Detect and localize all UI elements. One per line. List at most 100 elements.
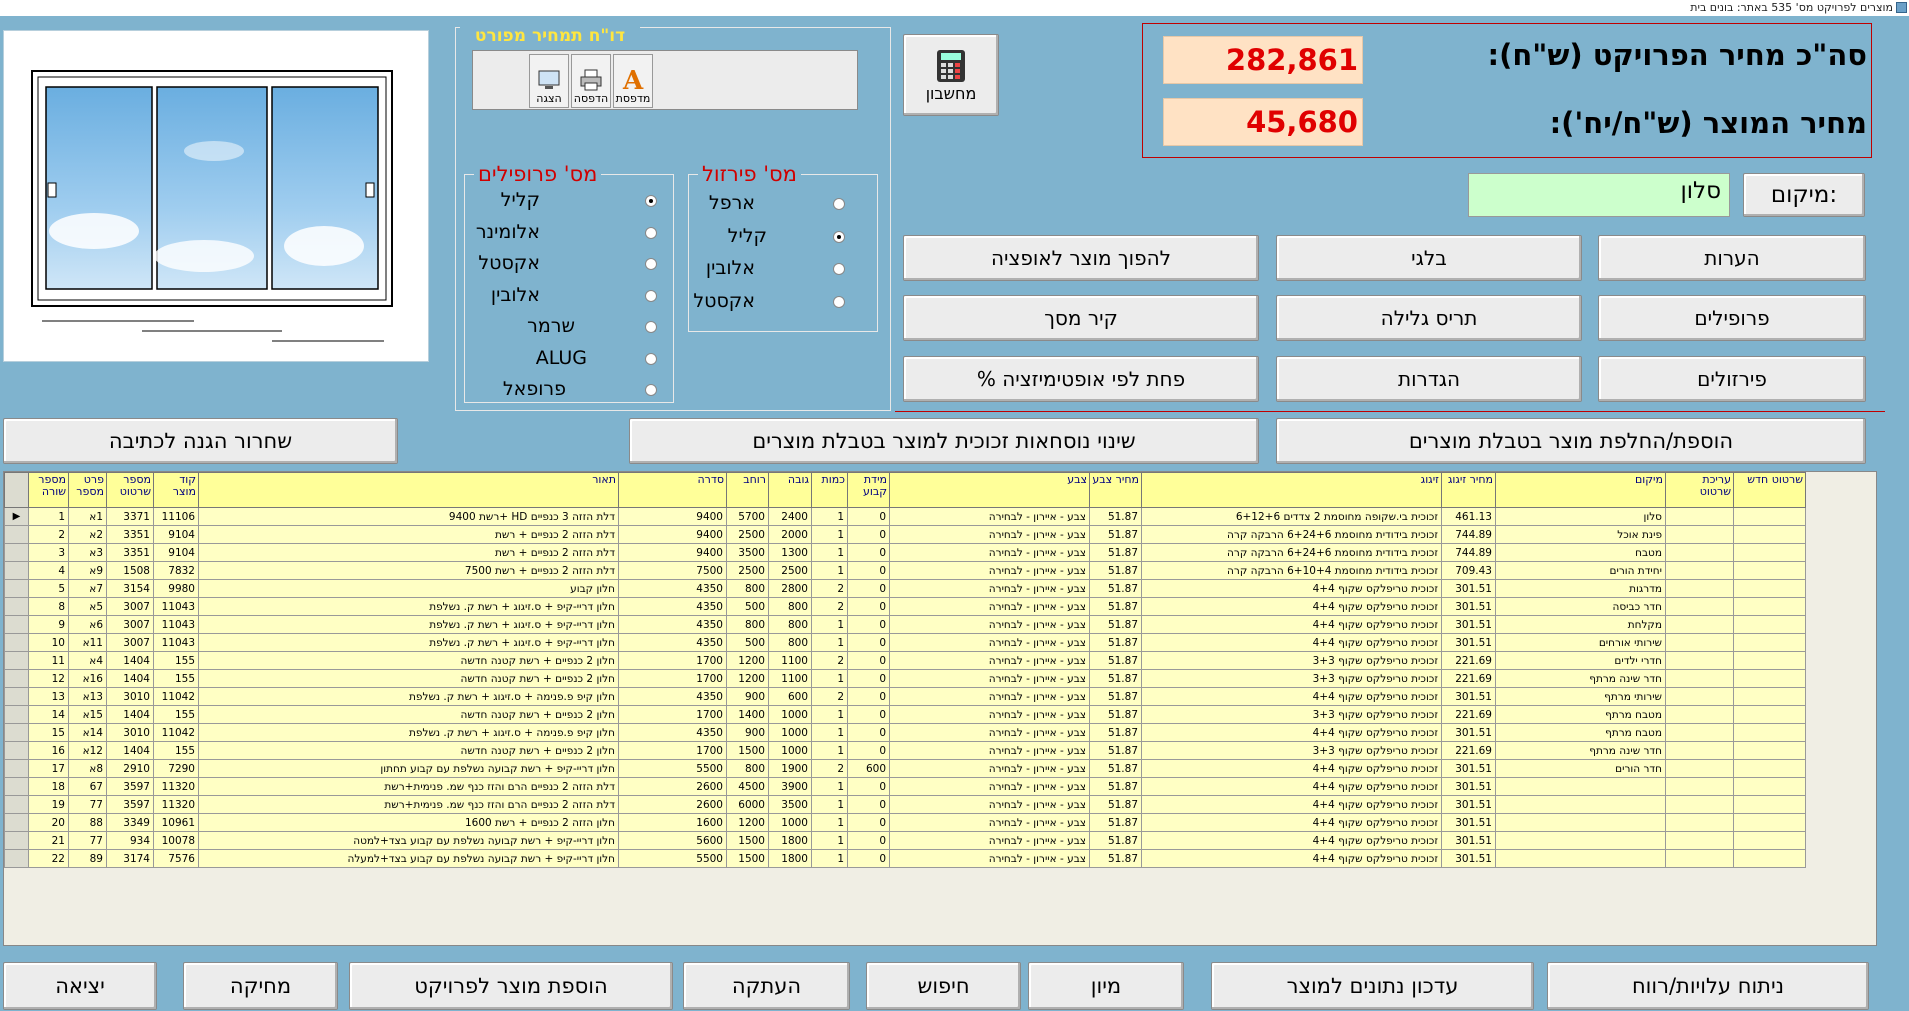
- profiles-radio-1[interactable]: [645, 226, 657, 239]
- table-cell[interactable]: 51.87: [1089, 687, 1142, 706]
- table-cell[interactable]: [1733, 813, 1806, 832]
- table-cell[interactable]: 2: [28, 525, 69, 544]
- table-cell[interactable]: 11043: [153, 597, 199, 616]
- column-header[interactable]: מספר שורה: [28, 472, 69, 508]
- table-cell[interactable]: 51.87: [1089, 813, 1142, 832]
- table-cell[interactable]: 3007: [106, 597, 154, 616]
- table-cell[interactable]: חדר כביסה: [1495, 597, 1666, 616]
- row-selector[interactable]: [4, 795, 29, 814]
- table-cell[interactable]: 0: [847, 615, 890, 634]
- table-cell[interactable]: 6000: [726, 795, 769, 814]
- table-cell[interactable]: זכוכית בידודית מחוסמת 6+24+6 הרבקה קרה: [1141, 525, 1442, 544]
- table-cell[interactable]: [1733, 723, 1806, 742]
- table-cell[interactable]: 9א: [68, 561, 107, 580]
- profiles-radio-4[interactable]: [645, 321, 657, 333]
- table-cell[interactable]: 51.87: [1089, 525, 1142, 544]
- table-cell[interactable]: [1733, 597, 1806, 616]
- table-row[interactable]: מטבח מרתף 221.69 זכוכית טריפלקס שקוף 3+3 51…: [4, 705, 1806, 724]
- settings-button[interactable]: הגדרות: [1276, 356, 1582, 402]
- table-row[interactable]: 301.51 זכוכית טריפלקס שקוף 4+4 51.87 צבע - …: [4, 813, 1806, 832]
- table-cell[interactable]: 800: [768, 597, 812, 616]
- row-selector[interactable]: [4, 813, 29, 832]
- current-row-indicator-icon[interactable]: ▶: [4, 507, 29, 526]
- table-cell[interactable]: צבע - איירון - לבחירה: [889, 759, 1090, 778]
- table-row[interactable]: 301.51 זכוכית טריפלקס שקוף 4+4 51.87 צבע - …: [4, 795, 1806, 814]
- table-cell[interactable]: צבע - איירון - לבחירה: [889, 687, 1090, 706]
- row-selector[interactable]: [4, 741, 29, 760]
- table-cell[interactable]: 3א: [68, 543, 107, 562]
- printer-settings-button[interactable]: A מדפסת: [613, 54, 653, 108]
- table-cell[interactable]: צבע - איירון - לבחירה: [889, 777, 1090, 796]
- table-cell[interactable]: 0: [847, 813, 890, 832]
- row-selector[interactable]: [4, 759, 29, 778]
- table-cell[interactable]: 3154: [106, 579, 154, 598]
- table-cell[interactable]: [1665, 723, 1734, 742]
- table-cell[interactable]: 0: [847, 507, 890, 526]
- table-row[interactable]: 301.51 זכוכית טריפלקס שקוף 4+4 51.87 צבע - …: [4, 849, 1806, 868]
- table-cell[interactable]: זכוכית טריפלקס שקוף 3+3: [1141, 669, 1442, 688]
- table-cell[interactable]: שירותי מרתף: [1495, 687, 1666, 706]
- table-cell[interactable]: 11043: [153, 633, 199, 652]
- table-cell[interactable]: [1733, 507, 1806, 526]
- profiles-radio-2[interactable]: [645, 258, 657, 270]
- table-cell[interactable]: 221.69: [1441, 741, 1496, 760]
- column-header[interactable]: סדרה: [618, 472, 727, 508]
- hardware-radio-0[interactable]: [833, 198, 845, 210]
- table-cell[interactable]: 7290: [153, 759, 199, 778]
- table-cell[interactable]: חלון דריי-קיפ + רשת קבועה נשלפת עם קבוע …: [198, 831, 619, 850]
- table-cell[interactable]: זכוכית טריפלקס שקוף 4+4: [1141, 813, 1442, 832]
- hardware-radio-3[interactable]: [833, 295, 845, 308]
- table-cell[interactable]: 3007: [106, 615, 154, 634]
- table-cell[interactable]: 9400: [618, 507, 727, 526]
- table-cell[interactable]: זכוכית טריפלקס שקוף 4+4: [1141, 597, 1442, 616]
- table-cell[interactable]: [1733, 831, 1806, 850]
- row-selector[interactable]: [4, 831, 29, 850]
- table-cell[interactable]: 11א: [68, 633, 107, 652]
- row-selector[interactable]: [4, 849, 29, 868]
- table-cell[interactable]: 5700: [726, 507, 769, 526]
- table-cell[interactable]: 1300: [768, 543, 812, 562]
- table-cell[interactable]: 800: [726, 579, 769, 598]
- table-cell[interactable]: 1: [811, 813, 848, 832]
- table-cell[interactable]: 2: [811, 687, 848, 706]
- table-cell[interactable]: 3010: [106, 723, 154, 742]
- table-cell[interactable]: [1665, 813, 1734, 832]
- table-cell[interactable]: 800: [768, 615, 812, 634]
- table-cell[interactable]: 2400: [768, 507, 812, 526]
- table-cell[interactable]: דלת הזזה 3 כנפיים HD +רשת 9400: [198, 507, 619, 526]
- table-cell[interactable]: 3: [28, 543, 69, 562]
- table-cell[interactable]: 0: [847, 669, 890, 688]
- table-cell[interactable]: 301.51: [1441, 579, 1496, 598]
- table-cell[interactable]: 1100: [768, 651, 812, 670]
- table-cell[interactable]: חדר שינה מרתף: [1495, 741, 1666, 760]
- table-cell[interactable]: 3174: [106, 849, 154, 868]
- table-cell[interactable]: שירותי אורחים: [1495, 633, 1666, 652]
- profiles-radio-0[interactable]: [645, 195, 657, 207]
- table-cell[interactable]: 2: [811, 597, 848, 616]
- table-cell[interactable]: 9: [28, 615, 69, 634]
- column-header[interactable]: קוד מוצר: [153, 472, 199, 508]
- table-cell[interactable]: מטבח מרתף: [1495, 705, 1666, 724]
- table-cell[interactable]: 4500: [726, 777, 769, 796]
- table-cell[interactable]: דלת הזזה 2 כנפיים + רשת 7500: [198, 561, 619, 580]
- preview-button[interactable]: הצגה: [529, 54, 569, 108]
- table-cell[interactable]: צבע - איירון - לבחירה: [889, 849, 1090, 868]
- table-cell[interactable]: 500: [726, 597, 769, 616]
- table-cell[interactable]: 0: [847, 777, 890, 796]
- table-row[interactable]: חדרי ילדים 221.69 זכוכית טריפלקס שקוף 3+3 5…: [4, 651, 1806, 670]
- table-cell[interactable]: 22: [28, 849, 69, 868]
- table-cell[interactable]: 51.87: [1089, 615, 1142, 634]
- table-cell[interactable]: 1404: [106, 669, 154, 688]
- cost-analysis-button[interactable]: ניתוח עלויות/רווח: [1547, 962, 1869, 1010]
- table-cell[interactable]: 1000: [768, 705, 812, 724]
- table-cell[interactable]: חלון 2 כנפיים + רשת קטנה חדשה: [198, 651, 619, 670]
- print-button[interactable]: הדפסה: [571, 54, 611, 108]
- table-cell[interactable]: [1495, 831, 1666, 850]
- table-cell[interactable]: 0: [847, 543, 890, 562]
- table-cell[interactable]: חלון קבוע: [198, 579, 619, 598]
- table-cell[interactable]: 51.87: [1089, 633, 1142, 652]
- table-cell[interactable]: 11320: [153, 777, 199, 796]
- delete-button[interactable]: מחיקה: [183, 962, 338, 1010]
- table-cell[interactable]: 7א: [68, 579, 107, 598]
- table-cell[interactable]: 77: [68, 831, 107, 850]
